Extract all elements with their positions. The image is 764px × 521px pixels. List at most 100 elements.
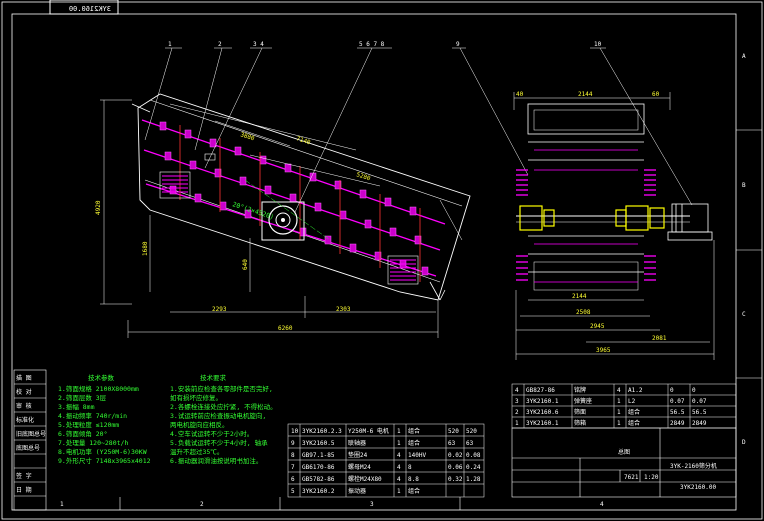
end-vibrators [519,205,665,231]
bom-right-cell-r3-c0: 1 [515,420,519,427]
bom-mid-cell-r0-c2: Y250M-6 电机 [348,427,389,435]
strip-label-6: 签 字 [16,472,32,480]
bom-right-cell-r2-c0: 2 [515,409,519,416]
spec-line-4: 4.振动频率 740r/min [58,411,127,420]
spec-line-3: 3.振幅 8mm [58,402,95,411]
zone-row-a: A [742,53,746,60]
bom-mid-cell-r1-c1: 3YK2160.5 [302,440,335,447]
strip-label-5: 底图总号 [16,444,40,452]
deck-supports [159,121,429,276]
cad-drawing-canvas: 3YK2160.00 A B C D 1 2 3 4 3880 7140 528… [1,0,763,520]
end-dim-3965: 3965 [596,347,611,354]
strip-label-0: 描 图 [16,374,32,382]
zone-row-b: B [742,182,746,189]
req-line-2: 如有损坏应修复。 [170,393,222,402]
bom-right-cell-r0-c3: 4 [617,387,621,394]
bom-mid-cell-r2-c4: 140HV [408,452,426,459]
dim-1680: 1680 [142,241,149,256]
bom-right-cell-r2-c2: 筛面 [574,408,586,416]
dim-2303: 2303 [336,306,351,313]
dim-3880: 3880 [239,131,255,142]
bom-right-cell-r3-c2: 筛箱 [574,419,586,427]
balloon-5-8: 5 6 7 8 [359,41,385,48]
vibrator-assembly [261,201,305,241]
spec-line-8: 8.电机功率 (Y250M-6)30KW [58,447,147,456]
bom-middle-rows: 10 3YK2160.2.3 Y250M-6 电机 1 组合 520 520 9 3YK2160… [291,427,481,495]
dim-2293: 2293 [212,306,227,313]
end-dim-60: 60 [652,91,660,98]
side-dimensions [100,99,463,338]
bom-right-cell-r3-c3: 1 [617,420,621,427]
end-dim-2945: 2945 [590,323,605,330]
bom-mid-cell-r4-c2: 螺栓M24X80 [348,475,382,483]
bom-right-cell-r0-c0: 4 [515,387,519,394]
bom-right-rows: 4 GB827-86 铭牌 4 A1.2 0 0 3 3YK2160.1 弹簧座 1 L2 0.07 0.… [515,386,707,427]
bom-right-cell-r0-c1: GB827-86 [526,387,555,394]
balloon-3-4: 3 4 [253,41,264,48]
bom-mid-cell-r5-c0: 5 [291,488,295,495]
side-view: 3880 7140 5280 4920 1680 640 2293 2303 6… [95,93,471,338]
req-line-4: 3.试运转前应检查振动电机旋向, [170,411,266,420]
bom-right-cell-r2-c1: 3YK2160.6 [526,409,559,416]
title-scale: 1:20 [644,474,659,481]
req-line-1: 1.安装前应检查各零部件是否完好, [170,384,273,393]
dim-640: 640 [242,259,249,270]
strip-label-4: 旧底图总号 [16,430,46,438]
specs-title: 技术参数 [88,373,115,382]
spring-right [387,255,419,285]
dim-6260: 6260 [278,325,293,332]
left-strip-labels: 描 图 校 对 审 核 标准化 旧底图总号 底图总号 签 字 日 期 [16,374,46,494]
bom-mid-cell-r4-c0: 6 [291,476,295,483]
bom-right-cell-r3-c4: 组合 [628,419,640,427]
zone-col-3: 3 [370,501,374,508]
strip-label-2: 审 核 [16,402,32,410]
bom-right-cell-r2-c5: 56.5 [670,409,685,416]
balloon-10: 10 [594,41,602,48]
req-line-8: 温升不超过35℃。 [170,447,223,456]
bom-mid-cell-r4-c4: 8.8 [408,476,419,483]
strip-label-3: 标准化 [16,416,34,424]
spec-line-1: 1.筛面规格 2100X8000mm [58,384,139,393]
balloon-2: 2 [218,41,222,48]
mirrored-drawing-number: 3YK2160.00 [69,5,111,13]
bom-mid-cell-r5-c1: 3YK2160.2 [302,488,335,495]
bom-mid-cell-r3-c0: 7 [291,464,295,471]
bom-mid-cell-r5-c2: 振动器 [348,487,366,495]
bom-mid-cell-r1-c2: 联轴器 [348,439,366,447]
bom-mid-cell-r3-c3: 4 [397,464,401,471]
bom-right-cell-r3-c5: 2849 [670,420,685,427]
zone-col-4: 4 [600,501,604,508]
bom-mid-cell-r1-c6: 63 [466,440,474,447]
bom-mid-cell-r5-c4: 组合 [408,487,420,495]
spec-line-5: 5.处理粒度 ≤120mm [58,420,119,429]
end-view: 40 2144 60 2144 2508 2945 2081 3965 [513,91,715,360]
bom-mid-cell-r1-c4: 组合 [408,439,420,447]
bom-mid-cell-r0-c0: 10 [291,428,299,435]
end-dim-2144: 2144 [572,293,587,300]
bom-right-cell-r2-c4: 组合 [628,408,640,416]
bom-right-cell-r3-c1: 3YK2160.1 [526,420,559,427]
bom-mid-cell-r3-c1: GB6170-86 [302,464,335,471]
bom-right-cell-r1-c5: 0.07 [670,398,685,405]
bom-right-cell-r0-c6: 0 [692,387,696,394]
bom-mid-cell-r0-c4: 组合 [408,427,420,435]
zone-col-1: 1 [60,501,64,508]
bom-mid-cell-r4-c1: GB5782-86 [302,476,335,483]
bom-mid-cell-r0-c3: 1 [397,428,401,435]
bom-mid-cell-r3-c2: 螺母M24 [348,463,371,471]
title-model: 3YK-2160筛分机 [670,462,717,470]
bom-mid-cell-r3-c5: 0.06 [448,464,463,471]
bom-right-cell-r1-c3: 1 [617,398,621,405]
bom-mid-cell-r1-c5: 63 [448,440,456,447]
balloon-1: 1 [168,41,172,48]
bom-mid-cell-r2-c2: 垫圈24 [348,451,368,459]
end-dim-2081: 2081 [652,335,667,342]
bom-right-cell-r0-c5: 0 [670,387,674,394]
bom-mid-cell-r2-c1: GB97.1-85 [302,452,335,459]
end-springs [516,169,656,281]
technical-requirements: 技术要求 1.安装前应检查各零部件是否完好, 如有损坏应修复。 2.各螺栓连接处… [170,373,277,465]
spec-line-9: 9.外形尺寸 7148x3965x4012 [58,456,151,465]
bom-right-cell-r0-c2: 铭牌 [574,386,586,394]
bom-mid-cell-r2-c5: 0.02 [448,452,463,459]
req-line-7: 5.负载试运转不少于4小时, 轴承 [170,438,268,447]
